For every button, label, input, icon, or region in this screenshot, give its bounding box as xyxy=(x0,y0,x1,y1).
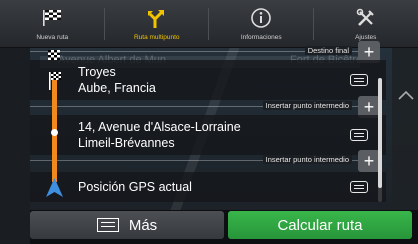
tab-new-route[interactable]: Nueva ruta xyxy=(0,0,105,47)
info-icon xyxy=(248,6,274,30)
checkered-flag-icon xyxy=(39,6,65,30)
tab-multipoint-route[interactable]: Ruta multipunto xyxy=(105,0,209,47)
route-stop-row[interactable]: Troyes Aube, Francia xyxy=(30,60,386,100)
stop-menu-button[interactable] xyxy=(350,74,368,86)
right-margin xyxy=(392,48,418,210)
stop-detail: Limeil-Brévannes xyxy=(78,136,175,150)
top-tab-bar: Nueva ruta Ruta multipunto Informaciones xyxy=(0,0,418,48)
tab-label: Nueva ruta xyxy=(36,34,69,41)
insert-waypoint-button[interactable]: + xyxy=(358,150,380,172)
list-icon xyxy=(96,218,119,232)
destination-flag-icon xyxy=(48,72,62,95)
insert-waypoint-bar: Insertar punto intermedio + xyxy=(30,150,386,172)
tab-label: Ajustes xyxy=(355,34,377,41)
route-stop-row[interactable]: Posición GPS actual xyxy=(30,172,386,202)
stop-name: Posición GPS actual xyxy=(78,180,192,194)
route-stop-row[interactable]: 14, Avenue d'Alsace-Lorraine Limeil-Brév… xyxy=(30,115,386,155)
insert-waypoint-label: Insertar punto intermedio xyxy=(262,101,352,110)
tab-information[interactable]: Informaciones xyxy=(209,0,314,47)
tab-label: Ruta multipunto xyxy=(133,34,180,41)
stop-menu-button[interactable] xyxy=(350,129,368,141)
left-margin xyxy=(0,48,30,244)
calculate-route-button[interactable]: Calcular ruta xyxy=(228,211,412,239)
stop-name: 14, Avenue d'Alsace-Lorraine xyxy=(78,120,241,134)
tab-label: Informaciones xyxy=(240,34,282,41)
calculate-route-label: Calcular ruta xyxy=(277,216,363,234)
chevron-up-icon xyxy=(398,90,414,100)
tab-settings[interactable]: Ajustes xyxy=(314,0,418,47)
route-split-icon xyxy=(144,6,170,30)
final-destination-label: Destino final xyxy=(304,46,352,55)
insert-waypoint-bar: Insertar punto intermedio + xyxy=(30,96,386,118)
insert-waypoint-label: Insertar punto intermedio xyxy=(262,155,352,164)
tools-icon xyxy=(353,6,379,30)
waypoint-marker xyxy=(51,129,58,136)
scrollbar-thumb[interactable] xyxy=(378,78,382,188)
checkered-flag-icon xyxy=(48,47,60,65)
route-list-scrollbar[interactable] xyxy=(378,78,382,202)
stop-menu-button[interactable] xyxy=(350,181,368,193)
gps-position-icon xyxy=(46,178,63,202)
final-destination-bar: Destino final + xyxy=(30,41,386,63)
stop-detail: Aube, Francia xyxy=(78,81,156,95)
more-button-label: Más xyxy=(128,216,158,234)
stop-name: Troyes xyxy=(78,65,116,79)
more-button[interactable]: Más xyxy=(30,211,224,239)
